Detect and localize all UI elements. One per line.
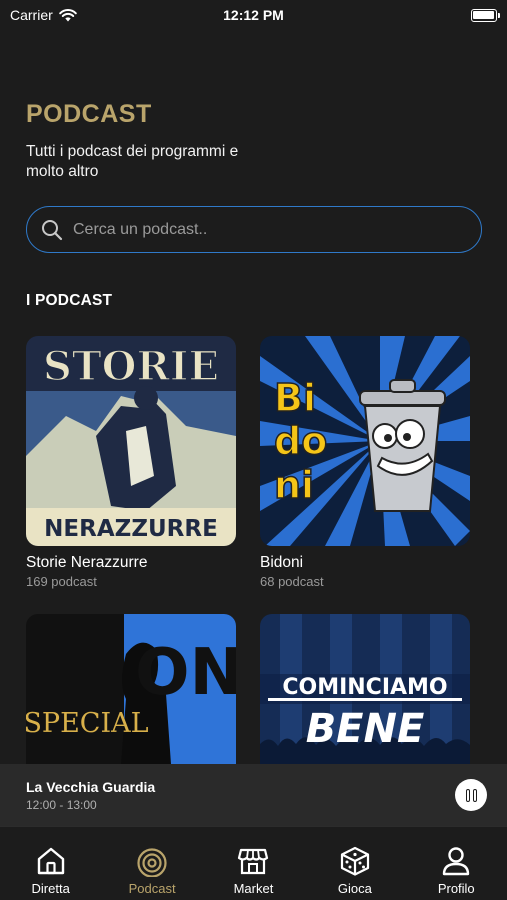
tab-market[interactable]: Market (203, 845, 303, 896)
now-playing-bar[interactable]: La Vecchia Guardia 12:00 - 13:00 (0, 764, 507, 826)
section-label: I PODCAST (26, 292, 113, 309)
svg-text:NERAZZURRE: NERAZZURRE (44, 516, 218, 542)
home-icon (37, 847, 64, 875)
user-icon (443, 847, 470, 876)
podcast-cover-cominciamo-bene: COMINCIAMO BENE (260, 614, 470, 764)
svg-text:COMINCIAMO: COMINCIAMO (282, 675, 447, 700)
tab-label: Market (233, 881, 274, 896)
dice-icon (340, 846, 369, 876)
podcast-icon (137, 848, 167, 877)
pause-button[interactable] (455, 779, 487, 811)
battery-icon (470, 8, 500, 22)
store-icon (238, 848, 269, 875)
podcast-cover-bidoni: Bi do ni (260, 336, 470, 546)
now-playing-time: 12:00 - 13:00 (26, 797, 97, 812)
tab-label: Podcast (128, 881, 176, 896)
podcast-cover-special-one: SPECIAL ONE (26, 614, 236, 764)
now-playing-title: La Vecchia Guardia (26, 778, 156, 795)
svg-text:Bi: Bi (274, 376, 316, 420)
search-icon (42, 219, 63, 240)
tab-diretta[interactable]: Diretta (1, 845, 101, 896)
page-title: PODCAST (26, 100, 152, 128)
svg-text:SPECIAL: SPECIAL (26, 708, 149, 739)
tab-label: Gioca (337, 881, 372, 896)
svg-text:STORIE: STORIE (43, 343, 219, 390)
carrier-label: Carrier (10, 7, 53, 23)
tab-gioca[interactable]: Gioca (305, 845, 405, 896)
podcast-title: Storie Nerazzurre (26, 554, 148, 571)
trash-can-mascot (359, 379, 446, 512)
page-subtitle: Tutti i podcast dei programmi e molto al… (26, 143, 239, 180)
pause-icon (465, 788, 470, 802)
tab-profilo[interactable]: Profilo (406, 845, 506, 896)
tab-bar: Diretta Podcast Market Gioca Profilo (0, 826, 507, 900)
podcast-card[interactable]: Bi do ni Bidoni 68 podcast (260, 336, 470, 589)
clock: 12:12 PM (223, 7, 284, 23)
podcast-card[interactable]: COMINCIAMO BENE (260, 614, 470, 764)
podcast-count: 169 podcast (26, 574, 97, 589)
svg-text:ni: ni (274, 463, 314, 507)
podcast-card[interactable]: NERAZZURRE STORIE Storie Nerazzurre 169 … (26, 336, 236, 589)
search-input[interactable] (73, 220, 467, 239)
svg-text:do: do (274, 419, 327, 463)
podcast-title: Bidoni (260, 554, 304, 571)
search-bar[interactable] (26, 206, 482, 253)
tab-label: Diretta (31, 881, 70, 896)
podcast-card[interactable]: SPECIAL ONE (26, 614, 236, 764)
wifi-icon (58, 8, 77, 21)
svg-text:BENE: BENE (306, 706, 425, 752)
tab-podcast[interactable]: Podcast (102, 845, 202, 896)
podcast-count: 68 podcast (260, 574, 324, 589)
tab-label: Profilo (437, 881, 475, 896)
svg-text:ONE: ONE (135, 636, 236, 710)
status-bar: Carrier 12:12 PM (0, 0, 507, 30)
podcast-cover-storie-nerazzurre: NERAZZURRE STORIE (26, 336, 236, 546)
